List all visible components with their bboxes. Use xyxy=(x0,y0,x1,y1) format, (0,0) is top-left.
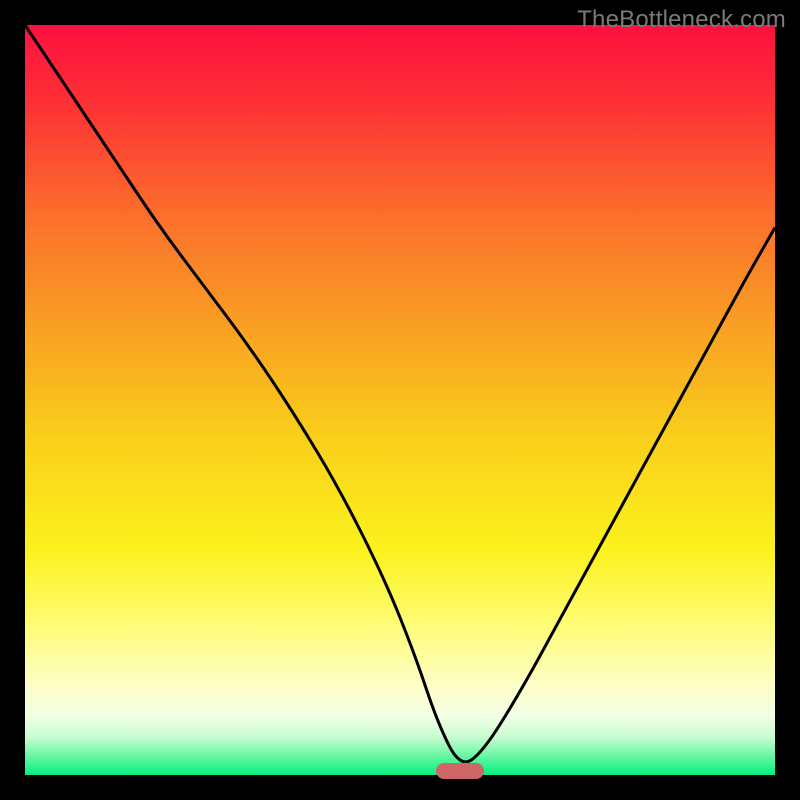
plot-svg xyxy=(25,25,775,775)
optimum-marker xyxy=(436,763,485,779)
watermark-text: TheBottleneck.com xyxy=(577,6,786,34)
bottleneck-curve xyxy=(25,25,775,762)
outer-frame: TheBottleneck.com xyxy=(0,0,800,800)
gradient-background xyxy=(25,25,775,775)
plot-area xyxy=(25,25,775,775)
